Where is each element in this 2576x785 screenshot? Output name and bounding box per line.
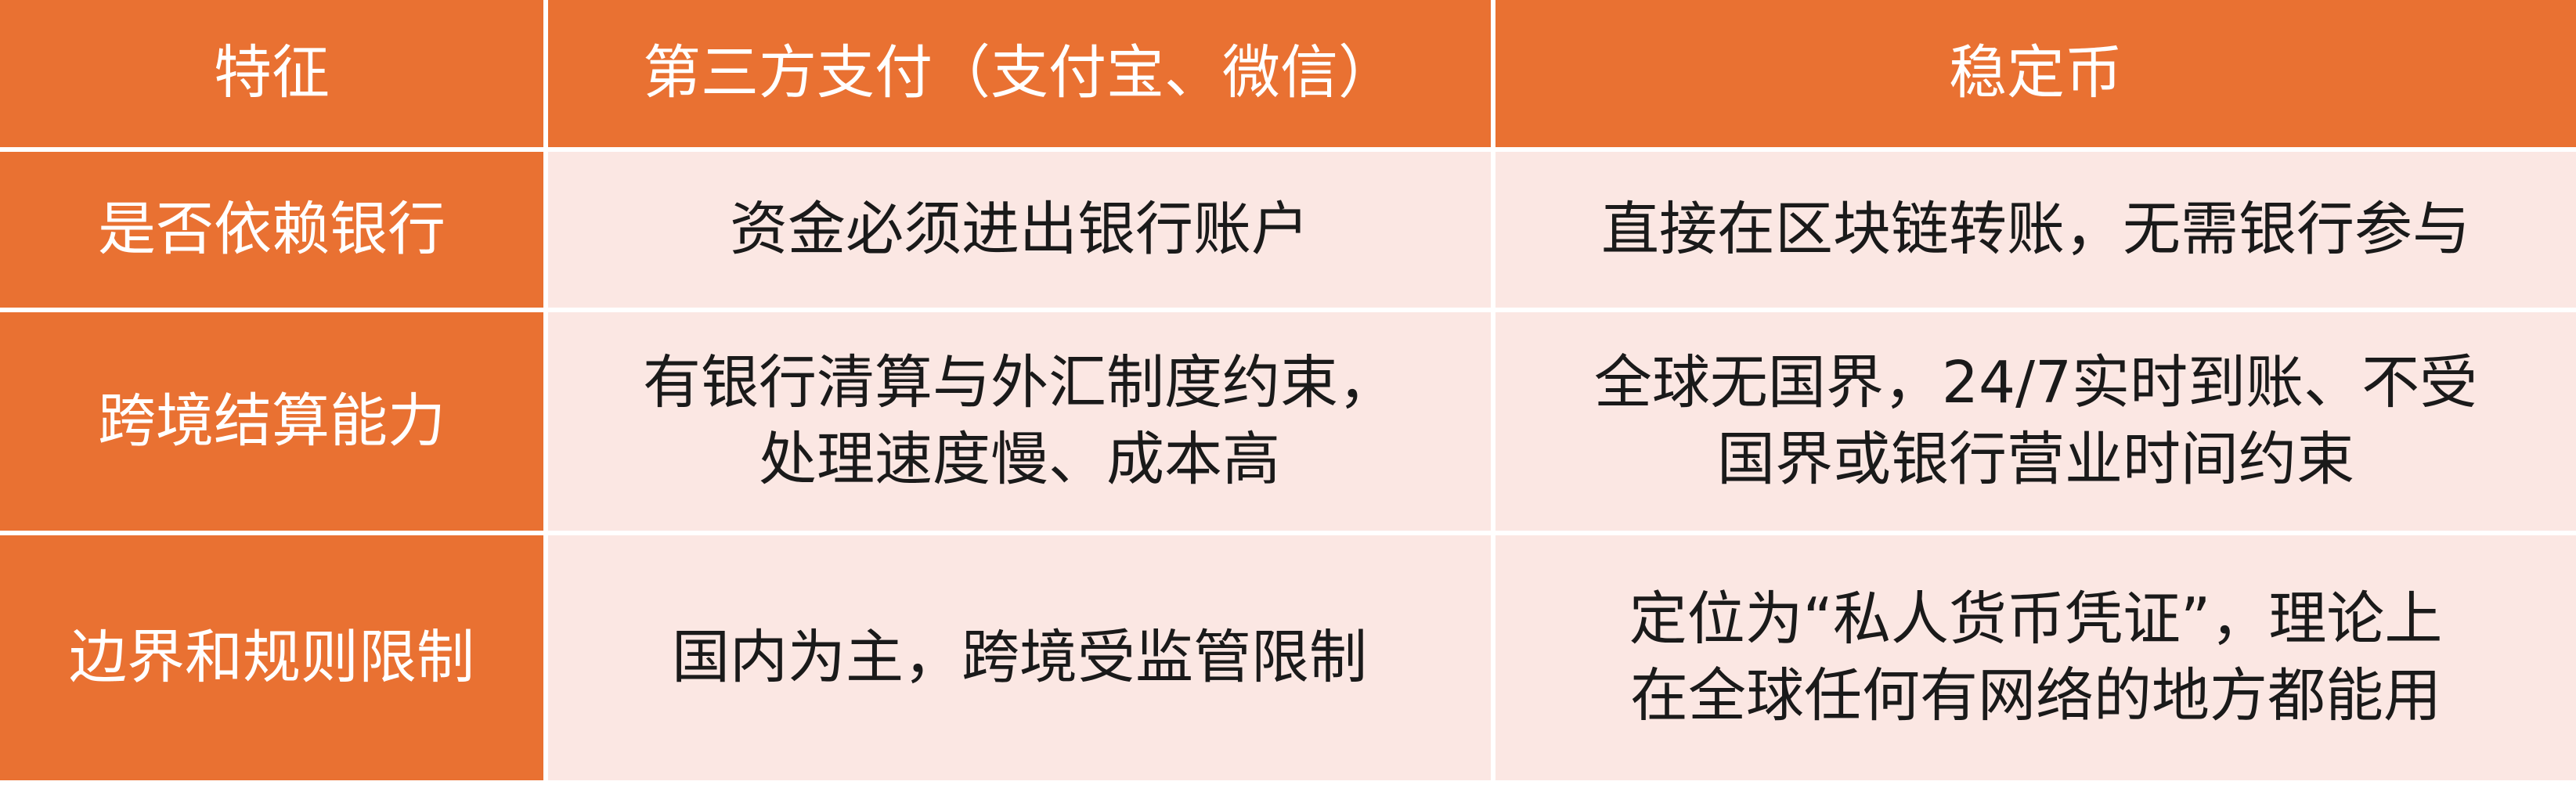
row-label-cross-border-settlement: 跨境结算能力 [0,312,548,535]
cell-text-line: 有银行清算与外汇制度约束， [643,348,1396,416]
cell-third-party-boundary: 国内为主，跨境受监管限制 [548,535,1495,785]
cell-third-party-bank-dependency: 资金必须进出银行账户 [548,152,1495,312]
cell-text-line: 定位为“私人货币凭证”，理论上 [1629,585,2443,653]
cell-text-line: 国界或银行营业时间约束 [1717,425,2354,493]
header-stablecoin: 稳定币 [1495,0,2576,152]
cell-stablecoin-cross-border: 全球无国界，24/7实时到账、不受 国界或银行营业时间约束 [1495,312,2576,535]
row-label-bank-dependency: 是否依赖银行 [0,152,548,312]
cell-text-line: 直接在区块链转账，无需银行参与 [1601,195,2470,263]
cell-text-line: 处理速度慢、成本高 [759,425,1280,493]
comparison-table: 特征 第三方支付（支付宝、微信） 稳定币 是否依赖银行 资金必须进出银行账户 直… [0,0,2576,785]
cell-stablecoin-boundary: 定位为“私人货币凭证”，理论上 在全球任何有网络的地方都能用 [1495,535,2576,785]
header-feature: 特征 [0,0,548,152]
cell-text-line: 全球无国界，24/7实时到账、不受 [1593,348,2478,416]
cell-third-party-cross-border: 有银行清算与外汇制度约束， 处理速度慢、成本高 [548,312,1495,535]
row-label-boundary-rules: 边界和规则限制 [0,535,548,785]
cell-stablecoin-bank-dependency: 直接在区块链转账，无需银行参与 [1495,152,2576,312]
cell-text-line: 在全球任何有网络的地方都能用 [1630,661,2441,729]
cell-text-line: 国内为主，跨境受监管限制 [672,623,1367,691]
cell-text-line: 资金必须进出银行账户 [730,195,1309,263]
header-third-party-payment: 第三方支付（支付宝、微信） [548,0,1495,152]
